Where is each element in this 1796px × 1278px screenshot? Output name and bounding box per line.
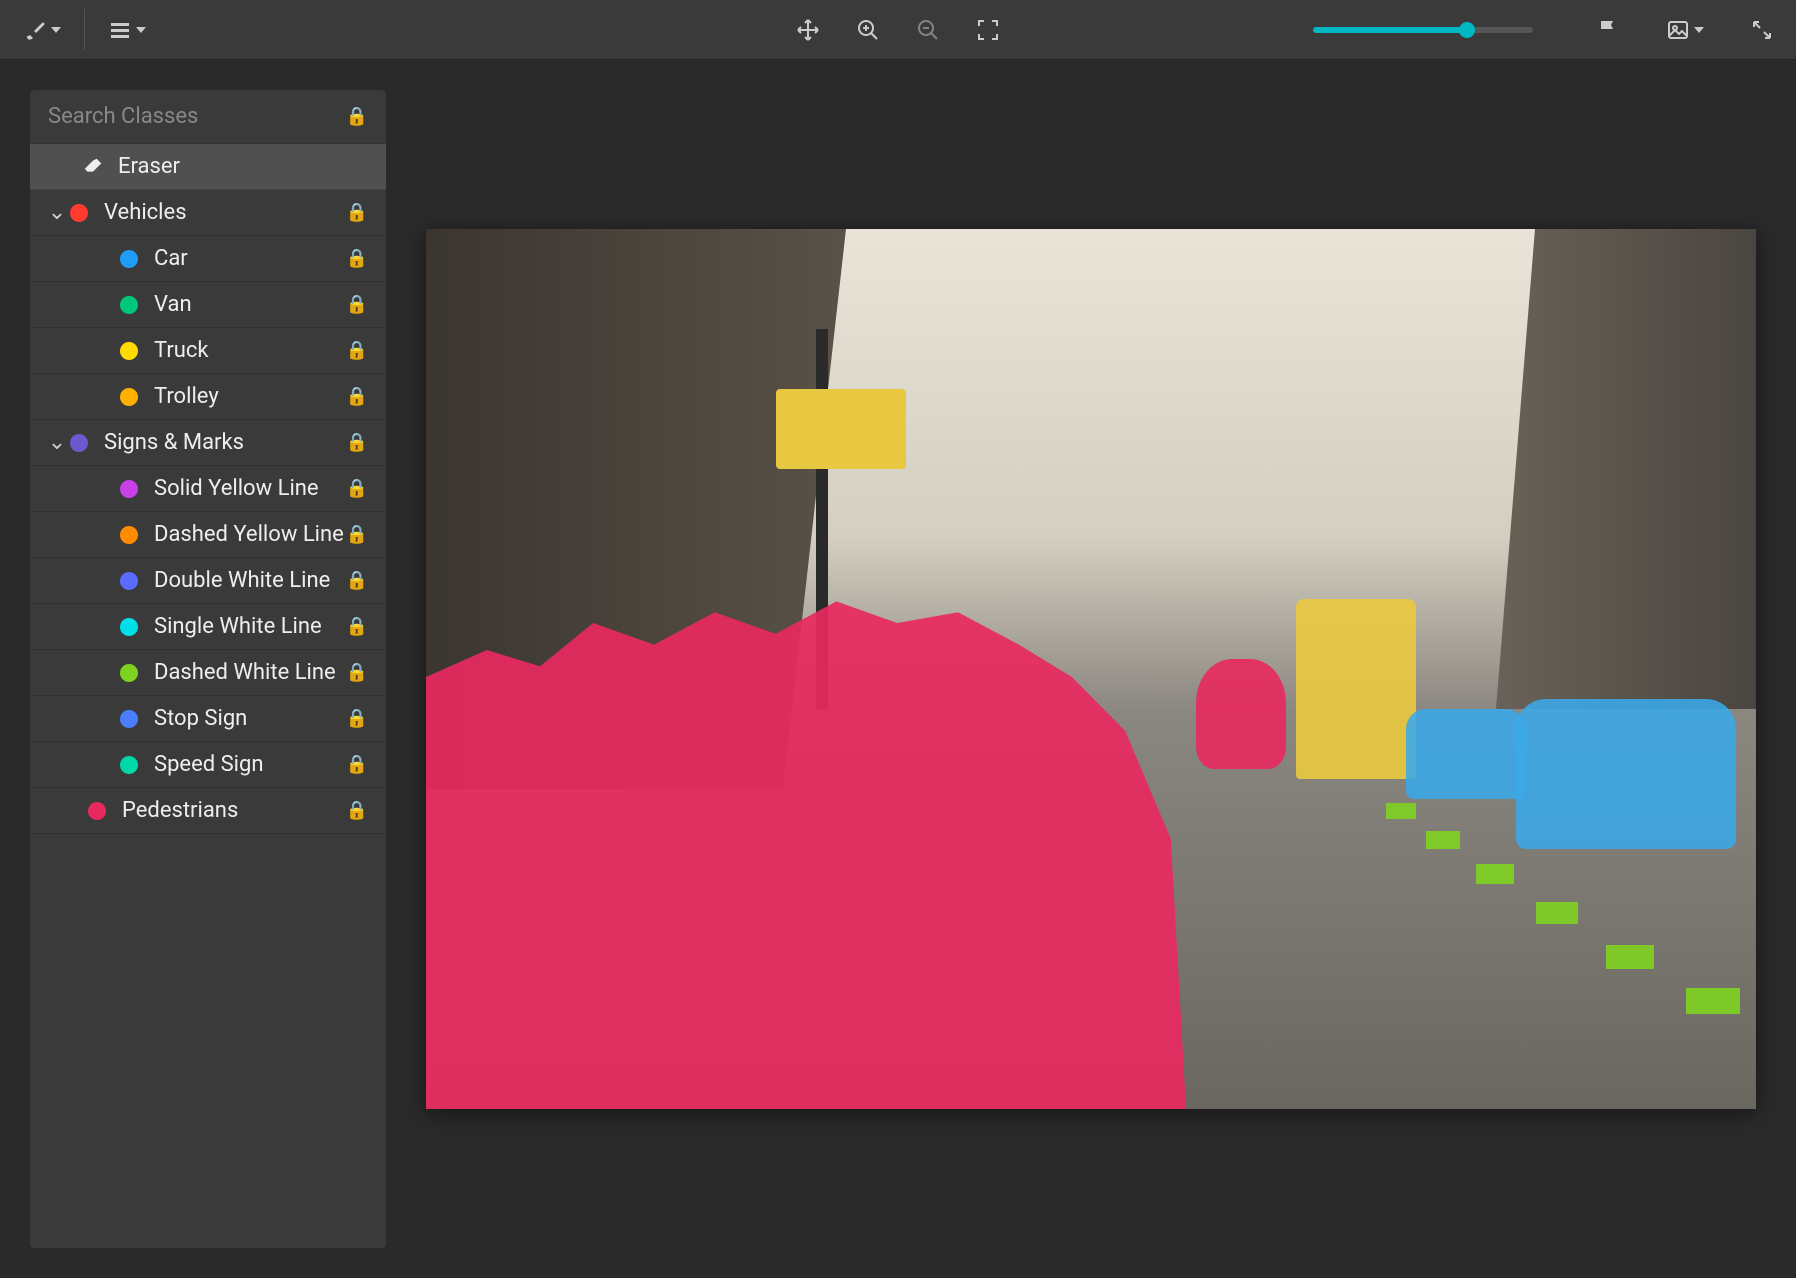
slider-thumb[interactable] [1459, 22, 1475, 38]
chevron-down-icon [136, 27, 146, 33]
lock-icon[interactable]: 🔒 [346, 524, 368, 545]
chevron-down-icon: ⌄ [48, 200, 66, 225]
search-classes-input[interactable] [48, 104, 346, 129]
street-sign [776, 389, 906, 469]
class-item-stop-sign[interactable]: Stop Sign 🔒 [30, 696, 386, 742]
color-dot [70, 434, 88, 452]
class-label: Van [154, 292, 346, 317]
lane-dash [1426, 831, 1460, 849]
lock-icon[interactable]: 🔒 [346, 248, 368, 269]
class-label: Dashed Yellow Line [154, 522, 346, 547]
class-label: Single White Line [154, 614, 346, 639]
search-row: 🔒 [30, 90, 386, 144]
toolbar-separator [84, 9, 85, 50]
class-label: Stop Sign [154, 706, 346, 731]
class-item-double-white-line[interactable]: Double White Line 🔒 [30, 558, 386, 604]
lane-dash [1536, 902, 1578, 924]
class-list: Eraser ⌄ Vehicles 🔒 Car 🔒 Van � [30, 144, 386, 1248]
class-item-van[interactable]: Van 🔒 [30, 282, 386, 328]
expand-button[interactable] [1740, 8, 1784, 52]
class-item-speed-sign[interactable]: Speed Sign 🔒 [30, 742, 386, 788]
canvas-area [386, 60, 1796, 1278]
class-label: Vehicles [104, 200, 346, 225]
lock-icon[interactable]: 🔒 [346, 106, 368, 127]
class-group-vehicles[interactable]: ⌄ Vehicles 🔒 [30, 190, 386, 236]
pan-tool-button[interactable] [786, 8, 830, 52]
class-label: Solid Yellow Line [154, 476, 346, 501]
class-item-solid-yellow-line[interactable]: Solid Yellow Line 🔒 [30, 466, 386, 512]
lock-icon[interactable]: 🔒 [346, 754, 368, 775]
trolley-mask [1296, 599, 1416, 779]
top-toolbar [0, 0, 1796, 60]
lock-icon[interactable]: 🔒 [346, 432, 368, 453]
color-dot [120, 480, 138, 498]
class-label: Pedestrians [122, 798, 346, 823]
color-dot [120, 572, 138, 590]
fullscreen-fit-button[interactable] [966, 8, 1010, 52]
brush-tool-button[interactable] [20, 8, 64, 52]
car-mask-2 [1516, 699, 1736, 849]
lock-icon[interactable]: 🔒 [346, 386, 368, 407]
eraser-label: Eraser [118, 154, 368, 179]
lock-icon[interactable]: 🔒 [346, 800, 368, 821]
class-group-signs-marks[interactable]: ⌄ Signs & Marks 🔒 [30, 420, 386, 466]
annotation-canvas[interactable] [426, 229, 1756, 1109]
chevron-down-icon [1694, 27, 1704, 33]
lock-icon[interactable]: 🔒 [346, 616, 368, 637]
lane-dash [1476, 864, 1514, 884]
lane-dash [1386, 803, 1416, 819]
class-label: Signs & Marks [104, 430, 346, 455]
color-dot [120, 388, 138, 406]
lock-icon[interactable]: 🔒 [346, 202, 368, 223]
lock-icon[interactable]: 🔒 [346, 570, 368, 591]
color-dot [70, 204, 88, 222]
lock-icon[interactable]: 🔒 [346, 340, 368, 361]
color-dot [88, 802, 106, 820]
image-menu-button[interactable] [1663, 8, 1707, 52]
color-dot [120, 296, 138, 314]
building-right [1496, 229, 1756, 709]
class-item-car[interactable]: Car 🔒 [30, 236, 386, 282]
class-item-trolley[interactable]: Trolley 🔒 [30, 374, 386, 420]
class-item-single-white-line[interactable]: Single White Line 🔒 [30, 604, 386, 650]
color-dot [120, 618, 138, 636]
flag-button[interactable] [1586, 8, 1630, 52]
zoom-out-button[interactable] [906, 8, 950, 52]
zoom-in-button[interactable] [846, 8, 890, 52]
lock-icon[interactable]: 🔒 [346, 662, 368, 683]
eraser-row[interactable]: Eraser [30, 144, 386, 190]
car-mask-1 [1406, 709, 1526, 799]
class-label: Dashed White Line [154, 660, 346, 685]
pedestrians-mask-small [1196, 659, 1286, 769]
color-dot [120, 756, 138, 774]
color-dot [120, 526, 138, 544]
class-item-truck[interactable]: Truck 🔒 [30, 328, 386, 374]
lock-icon[interactable]: 🔒 [346, 708, 368, 729]
class-item-dashed-yellow-line[interactable]: Dashed Yellow Line 🔒 [30, 512, 386, 558]
color-dot [120, 710, 138, 728]
lock-icon[interactable]: 🔒 [346, 478, 368, 499]
chevron-down-icon [51, 27, 61, 33]
lane-dash [1686, 988, 1740, 1014]
color-dot [120, 664, 138, 682]
class-label: Car [154, 246, 346, 271]
menu-tool-button[interactable] [105, 8, 149, 52]
slider-fill [1313, 27, 1467, 33]
class-label: Truck [154, 338, 346, 363]
class-sidebar: 🔒 Eraser ⌄ Vehicles 🔒 Car 🔒 [30, 90, 386, 1248]
lock-icon[interactable]: 🔒 [346, 294, 368, 315]
class-item-pedestrians[interactable]: Pedestrians 🔒 [30, 788, 386, 834]
opacity-slider[interactable] [1313, 27, 1533, 33]
lane-dash [1606, 945, 1654, 969]
class-label: Speed Sign [154, 752, 346, 777]
color-dot [120, 250, 138, 268]
chevron-down-icon: ⌄ [48, 430, 66, 455]
color-dot [120, 342, 138, 360]
class-item-dashed-white-line[interactable]: Dashed White Line 🔒 [30, 650, 386, 696]
class-label: Double White Line [154, 568, 346, 593]
class-label: Trolley [154, 384, 346, 409]
